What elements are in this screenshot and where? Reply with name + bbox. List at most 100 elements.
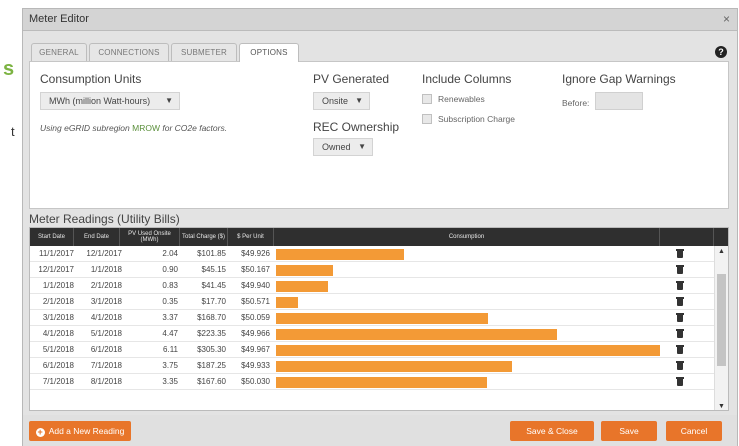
cell-start-date: 7/1/2018 [42, 377, 74, 386]
cell-total-charge: $17.70 [201, 297, 226, 306]
header-end-date[interactable]: End Date [74, 228, 120, 246]
cell-per-unit: $49.926 [241, 249, 270, 258]
cell-total-charge: $45.15 [201, 265, 226, 274]
cell-end-date: 8/1/2018 [90, 377, 122, 386]
consumption-bar [276, 329, 557, 340]
trash-icon[interactable] [676, 265, 684, 274]
trash-icon[interactable] [676, 281, 684, 290]
header-per-unit[interactable]: $ Per Unit [228, 228, 274, 246]
cell-start-date: 4/1/2018 [42, 329, 74, 338]
scrollbar-thumb[interactable] [717, 274, 726, 366]
cell-pv-used: 3.75 [162, 361, 178, 370]
trash-icon[interactable] [676, 377, 684, 386]
consumption-bar [276, 281, 328, 292]
tab-options[interactable]: OPTIONS [239, 43, 299, 62]
table-scrollbar[interactable]: ▲ ▼ [714, 246, 728, 410]
renewables-label: Renewables [438, 94, 485, 104]
egrid-note-suffix: for CO2e factors. [160, 123, 228, 133]
cell-total-charge: $41.45 [201, 281, 226, 290]
save-close-button[interactable]: Save & Close [510, 421, 594, 441]
cell-total-charge: $187.25 [197, 361, 226, 370]
tab-submeter[interactable]: SUBMETER [171, 43, 237, 61]
consumption-bar [276, 361, 512, 372]
cell-per-unit: $49.967 [241, 345, 270, 354]
pv-generated-value: Onsite [322, 96, 349, 106]
header-consumption[interactable]: Consumption [274, 228, 660, 246]
trash-icon[interactable] [676, 313, 684, 322]
chevron-down-icon: ▼ [165, 96, 173, 105]
scroll-down-arrow-icon[interactable]: ▼ [718, 403, 725, 410]
cell-start-date: 2/1/2018 [42, 297, 74, 306]
table-row[interactable]: 7/1/2018 8/1/2018 3.35 $167.60 $50.030 [30, 374, 714, 390]
header-pv-used[interactable]: PV Used Onsite (MWh) [120, 228, 180, 246]
table-row[interactable]: 3/1/2018 4/1/2018 3.37 $168.70 $50.059 [30, 310, 714, 326]
trash-icon[interactable] [676, 297, 684, 306]
table-row[interactable]: 2/1/2018 3/1/2018 0.35 $17.70 $50.571 [30, 294, 714, 310]
egrid-subregion-link[interactable]: MROW [132, 123, 160, 133]
renewables-checkbox[interactable] [422, 94, 432, 104]
cell-end-date: 3/1/2018 [90, 297, 122, 306]
rec-ownership-label: REC Ownership [313, 120, 400, 134]
cell-start-date: 3/1/2018 [42, 313, 74, 322]
table-row[interactable]: 5/1/2018 6/1/2018 6.11 $305.30 $49.967 [30, 342, 714, 358]
subscription-charge-label: Subscription Charge [438, 114, 516, 124]
save-button[interactable]: Save [601, 421, 657, 441]
cell-pv-used: 3.35 [162, 377, 178, 386]
cell-end-date: 12/1/2017 [86, 249, 122, 258]
cell-start-date: 1/1/2018 [42, 281, 74, 290]
cell-total-charge: $101.85 [197, 249, 226, 258]
header-actions [660, 228, 714, 246]
cell-start-date: 12/1/2017 [38, 265, 74, 274]
consumption-bar [276, 297, 298, 308]
table-row[interactable]: 4/1/2018 5/1/2018 4.47 $223.35 $49.966 [30, 326, 714, 342]
dialog-footer: + Add a New Reading Save & Close Save Can… [23, 415, 737, 446]
cell-total-charge: $305.30 [197, 345, 226, 354]
trash-icon[interactable] [676, 249, 684, 258]
cell-start-date: 11/1/2017 [39, 249, 74, 258]
cell-end-date: 6/1/2018 [90, 345, 122, 354]
chevron-down-icon: ▼ [358, 142, 366, 151]
pv-generated-label: PV Generated [313, 72, 390, 86]
subscription-charge-checkbox[interactable] [422, 114, 432, 124]
options-panel: Consumption Units MWh (million Watt-hour… [29, 61, 729, 209]
tab-connections[interactable]: CONNECTIONS [89, 43, 169, 61]
cell-pv-used: 0.35 [162, 297, 178, 306]
cancel-button[interactable]: Cancel [666, 421, 722, 441]
consumption-bar [276, 313, 488, 324]
cell-end-date: 2/1/2018 [90, 281, 122, 290]
cell-end-date: 7/1/2018 [90, 361, 122, 370]
trash-icon[interactable] [676, 329, 684, 338]
background-text-fragment: t [11, 124, 15, 139]
pv-generated-select[interactable]: Onsite ▼ [313, 92, 370, 110]
add-new-reading-button[interactable]: + Add a New Reading [29, 421, 131, 441]
consumption-bar [276, 265, 333, 276]
cell-total-charge: $223.35 [197, 329, 226, 338]
consumption-units-select[interactable]: MWh (million Watt-hours) ▼ [40, 92, 180, 110]
cell-total-charge: $168.70 [197, 313, 226, 322]
cell-start-date: 6/1/2018 [42, 361, 74, 370]
table-row[interactable]: 12/1/2017 1/1/2018 0.90 $45.15 $50.167 [30, 262, 714, 278]
cell-per-unit: $49.940 [241, 281, 270, 290]
cell-pv-used: 4.47 [162, 329, 178, 338]
trash-icon[interactable] [676, 345, 684, 354]
help-icon[interactable]: ? [715, 46, 727, 58]
table-row[interactable]: 1/1/2018 2/1/2018 0.83 $41.45 $49.940 [30, 278, 714, 294]
header-start-date[interactable]: Start Date [30, 228, 74, 246]
table-header: Start Date End Date PV Used Onsite (MWh)… [30, 228, 728, 246]
rec-ownership-value: Owned [322, 142, 351, 152]
table-row[interactable]: 6/1/2018 7/1/2018 3.75 $187.25 $49.933 [30, 358, 714, 374]
rec-ownership-select[interactable]: Owned ▼ [313, 138, 373, 156]
before-date-input[interactable] [595, 92, 643, 110]
cell-pv-used: 6.11 [163, 345, 178, 354]
table-row[interactable]: 11/1/2017 12/1/2017 2.04 $101.85 $49.926 [30, 246, 714, 262]
scroll-up-arrow-icon[interactable]: ▲ [718, 248, 725, 255]
consumption-bar [276, 345, 660, 356]
consumption-bar [276, 377, 487, 388]
cell-start-date: 5/1/2018 [42, 345, 74, 354]
close-icon[interactable]: × [723, 12, 730, 26]
header-total-charge[interactable]: Total Charge ($) [180, 228, 228, 246]
trash-icon[interactable] [676, 361, 684, 370]
tab-general[interactable]: GENERAL [31, 43, 87, 61]
cell-pv-used: 0.83 [162, 281, 178, 290]
cell-per-unit: $49.966 [241, 329, 270, 338]
